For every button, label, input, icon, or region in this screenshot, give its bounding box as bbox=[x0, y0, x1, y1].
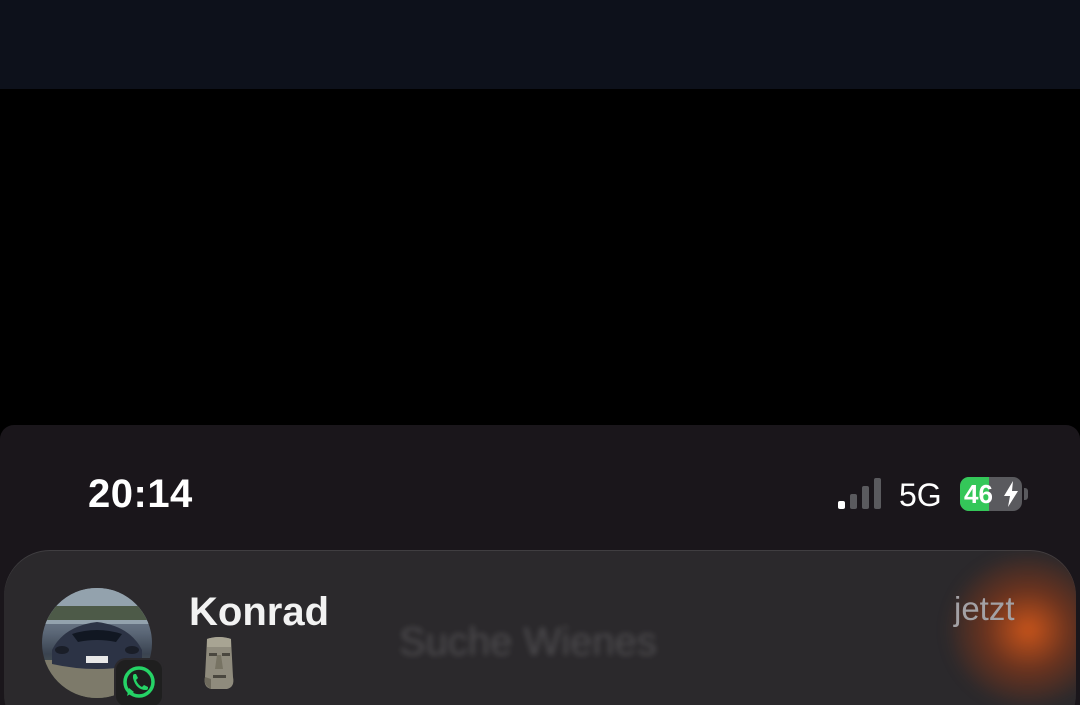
charging-bolt-icon bbox=[1004, 481, 1018, 507]
blurred-background-text: Suche Wienes bbox=[399, 620, 657, 664]
status-time: 20:14 bbox=[88, 472, 193, 516]
battery-indicator: 46 bbox=[960, 477, 1030, 511]
whatsapp-badge bbox=[114, 658, 164, 705]
battery-percentage: 46 bbox=[964, 479, 993, 509]
whatsapp-notification[interactable]: Suche Wienes Konrad jetzt bbox=[4, 550, 1076, 705]
battery-cap bbox=[1024, 488, 1028, 500]
sender-name: Konrad bbox=[189, 590, 329, 634]
whatsapp-icon bbox=[123, 666, 155, 698]
phone-lock-screen: 20:14 5G 46 Suche Wienes Konrad jetzt bbox=[0, 425, 1080, 705]
notification-time: jetzt bbox=[954, 590, 1015, 627]
moai-emoji-icon bbox=[204, 637, 234, 689]
battery-body: 46 bbox=[960, 477, 1022, 511]
signal-strength-icon bbox=[838, 478, 881, 509]
black-band bbox=[0, 89, 1080, 425]
network-type-label: 5G bbox=[899, 477, 942, 513]
top-dark-bar bbox=[0, 0, 1080, 89]
